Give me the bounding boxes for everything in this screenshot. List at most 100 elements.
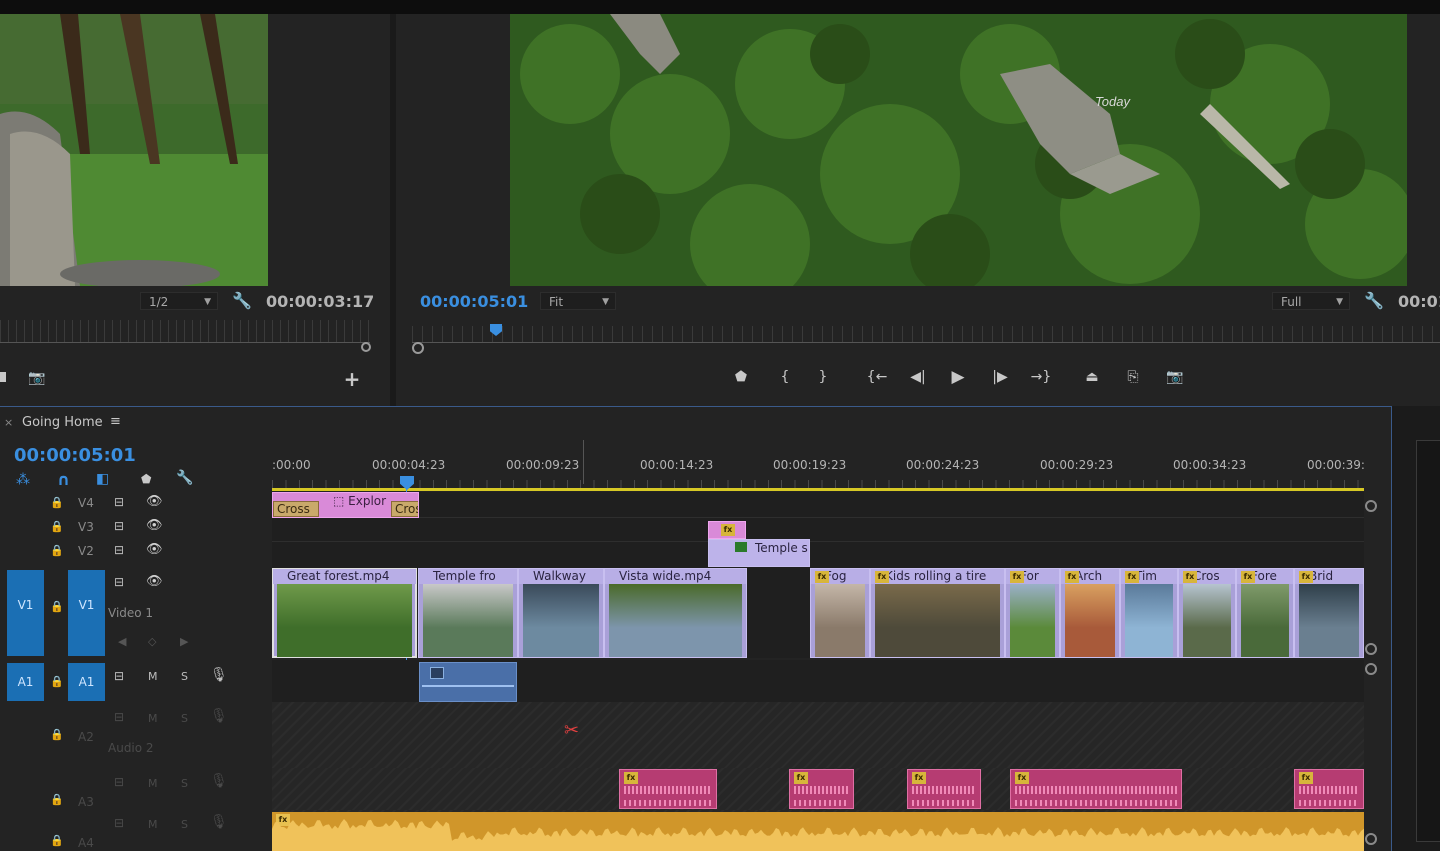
microphone-icon[interactable]: 🎙 <box>210 814 228 830</box>
microphone-icon[interactable]: 🎙 <box>210 773 228 789</box>
extract-icon[interactable]: ⎘ <box>1122 366 1144 388</box>
toggle-sync-lock-icon[interactable]: ⊟ <box>114 519 124 533</box>
program-time-ruler[interactable] <box>412 326 1440 343</box>
toggle-sync-lock-icon[interactable]: ⊟ <box>114 575 124 589</box>
a3-audio-clip[interactable]: fx <box>789 769 854 809</box>
v4-title-clip[interactable]: Cross ⬚ Explor Cros <box>272 492 419 518</box>
a1-audio-clip[interactable] <box>419 662 517 702</box>
next-keyframe-icon[interactable]: ▶ <box>180 635 188 648</box>
v1-clip[interactable]: Fore fx <box>1236 568 1294 658</box>
v1-clip[interactable]: Arch fx <box>1060 568 1120 658</box>
mark-out-icon[interactable]: } <box>812 366 834 388</box>
track-label[interactable]: V2 <box>78 544 94 558</box>
camera-icon[interactable]: 📷 <box>26 367 48 389</box>
microphone-icon[interactable]: 🎙 <box>210 708 228 724</box>
track-lock-icon[interactable]: 🔒 <box>50 834 64 847</box>
toggle-sync-lock-icon[interactable]: ⊟ <box>114 543 124 557</box>
track-scroll-handle[interactable] <box>1365 663 1377 675</box>
mute-button[interactable]: M <box>148 712 158 725</box>
go-to-out-icon[interactable]: →} <box>1030 366 1052 388</box>
program-quality-select[interactable]: Full ▼ <box>1272 292 1350 310</box>
source-control-edge[interactable] <box>0 372 6 382</box>
play-icon[interactable]: ▶ <box>947 366 969 388</box>
track-scroll-handle[interactable] <box>1365 643 1377 655</box>
go-to-in-icon[interactable]: {← <box>866 366 888 388</box>
track-label[interactable]: V4 <box>78 496 94 510</box>
solo-button[interactable]: S <box>181 777 188 790</box>
track-scroll-handle[interactable] <box>1365 500 1377 512</box>
a3-audio-clip[interactable]: fx <box>1294 769 1364 809</box>
v1-clip[interactable]: For fx <box>1005 568 1060 658</box>
track-lock-icon[interactable]: 🔒 <box>50 728 64 741</box>
lift-icon[interactable]: ⏏ <box>1081 366 1103 388</box>
track-lock-icon[interactable]: 🔒 <box>50 793 64 806</box>
source-end-handle[interactable] <box>361 342 371 352</box>
toggle-sync-lock-icon[interactable]: ⊟ <box>114 669 124 683</box>
microphone-icon[interactable]: 🎙 <box>210 667 228 683</box>
toggle-sync-lock-icon[interactable]: ⊟ <box>114 775 124 789</box>
timeline-timecode[interactable]: 00:00:05:01 <box>14 445 136 466</box>
v2-clip[interactable]: Temple s <box>708 539 810 567</box>
wrench-icon[interactable]: 🔧 <box>1364 291 1384 310</box>
track-lock-icon[interactable]: 🔒 <box>50 675 64 688</box>
v1-clip[interactable]: Vista wide.mp4 <box>604 568 747 658</box>
a3-audio-clip[interactable]: fx <box>619 769 717 809</box>
v1-track-target[interactable]: V1 <box>68 570 105 656</box>
solo-button[interactable]: S <box>181 818 188 831</box>
timeline-time-ruler[interactable]: :00:00 00:00:04:23 00:00:09:23 00:00:14:23 0… <box>272 454 1365 491</box>
snap-icon[interactable]: ⁂ <box>16 472 30 488</box>
track-label[interactable]: V3 <box>78 520 94 534</box>
v1-clip[interactable]: Brid fx <box>1294 568 1364 658</box>
step-forward-icon[interactable]: |▶ <box>989 366 1011 388</box>
transition-cross-end[interactable]: Cros <box>391 501 418 517</box>
solo-button[interactable]: S <box>181 670 188 683</box>
work-area-bar[interactable] <box>272 488 1364 491</box>
track-label[interactable]: A4 <box>78 836 94 850</box>
a3-audio-clip[interactable]: fx <box>907 769 981 809</box>
track-lock-icon[interactable]: 🔒 <box>50 544 64 557</box>
linked-selection-icon[interactable]: ∩ <box>57 470 70 489</box>
v1-clip[interactable]: Tim fx <box>1120 568 1178 658</box>
toggle-sync-lock-icon[interactable]: ⊟ <box>114 710 124 724</box>
a1-source-patch[interactable]: A1 <box>7 663 44 701</box>
track-lock-icon[interactable]: 🔒 <box>50 496 64 509</box>
toggle-sync-lock-icon[interactable]: ⊟ <box>114 495 124 509</box>
toggle-sync-lock-icon[interactable]: ⊟ <box>114 816 124 830</box>
v1-clip[interactable]: Kids rolling a tire fx <box>870 568 1005 658</box>
add-button-icon[interactable]: + <box>341 368 363 390</box>
mute-button[interactable]: M <box>148 818 158 831</box>
eye-icon[interactable]: 👁 <box>146 518 163 533</box>
mark-in-icon[interactable]: { <box>774 366 796 388</box>
step-back-icon[interactable]: ◀| <box>907 366 929 388</box>
v1-clip[interactable]: Great forest.mp4 <box>272 568 417 658</box>
source-time-ruler[interactable] <box>0 320 370 343</box>
program-fit-select[interactable]: Fit ▼ <box>540 292 616 310</box>
mute-button[interactable]: M <box>148 670 158 683</box>
transition-cross-start[interactable]: Cross <box>273 501 319 517</box>
v1-clip[interactable]: Walkway <box>518 568 604 658</box>
a1-track-target[interactable]: A1 <box>68 663 105 701</box>
eye-icon[interactable]: 👁 <box>146 574 163 589</box>
v1-clip[interactable]: Cros fx <box>1178 568 1236 658</box>
add-marker-icon[interactable]: ⬟ <box>730 366 752 388</box>
marker-icon[interactable]: ⬟ <box>141 472 151 486</box>
panel-menu-icon[interactable]: ≡ <box>110 414 121 429</box>
a3-audio-clip[interactable]: fx <box>1010 769 1182 809</box>
v1-clip[interactable]: Temple fro <box>418 568 518 658</box>
program-start-handle[interactable] <box>412 342 424 354</box>
track-label[interactable]: A2 <box>78 730 94 744</box>
program-timecode[interactable]: 00:00:05:01 <box>420 292 528 311</box>
source-zoom-select[interactable]: 1/2 ▼ <box>140 292 218 310</box>
export-frame-camera-icon[interactable]: 📷 <box>1164 366 1186 388</box>
v3-fx-clip[interactable]: fx <box>708 521 746 539</box>
timeline-settings-wrench-icon[interactable]: 🔧 <box>176 470 193 486</box>
track-lock-icon[interactable]: 🔒 <box>50 520 64 533</box>
v1-clip[interactable]: Fog fx <box>810 568 870 658</box>
track-lock-icon[interactable]: 🔒 <box>50 600 64 613</box>
close-tab-icon[interactable]: × <box>4 416 13 429</box>
add-marker-timeline-icon[interactable]: ◧ <box>96 471 109 487</box>
solo-button[interactable]: S <box>181 712 188 725</box>
add-keyframe-icon[interactable]: ◇ <box>148 635 156 648</box>
eye-icon[interactable]: 👁 <box>146 542 163 557</box>
mute-button[interactable]: M <box>148 777 158 790</box>
